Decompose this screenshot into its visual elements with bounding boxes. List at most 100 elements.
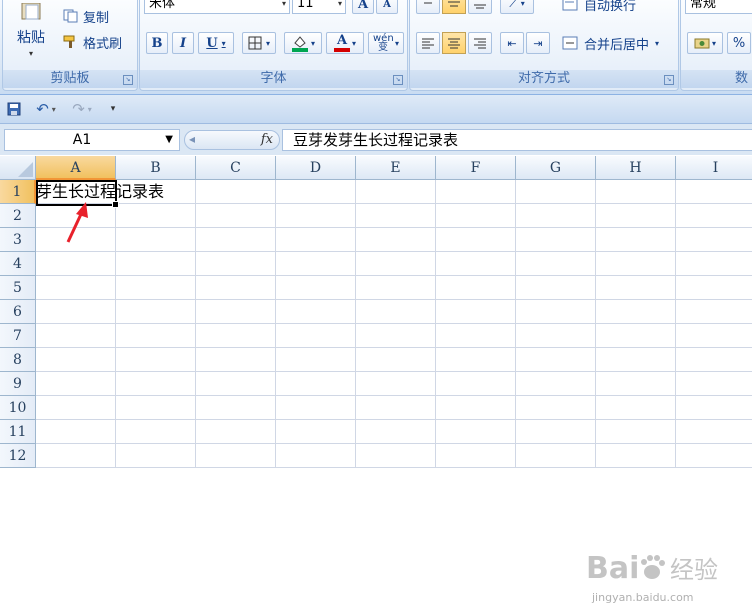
name-box[interactable]: A1 ▼ — [4, 129, 180, 151]
increase-indent-button[interactable]: ⇥ — [526, 32, 550, 54]
cell-i4[interactable] — [676, 252, 752, 276]
column-header-d[interactable]: D — [276, 156, 356, 180]
column-header-i[interactable]: I — [676, 156, 752, 180]
cell-e5[interactable] — [356, 276, 436, 300]
cell-f5[interactable] — [436, 276, 516, 300]
column-header-g[interactable]: G — [516, 156, 596, 180]
cell-c7[interactable] — [196, 324, 276, 348]
row-header-8[interactable]: 8 — [0, 348, 36, 372]
column-header-b[interactable]: B — [116, 156, 196, 180]
row-header-1[interactable]: 1 — [0, 180, 36, 204]
column-header-c[interactable]: C — [196, 156, 276, 180]
cell-c6[interactable] — [196, 300, 276, 324]
cell-g11[interactable] — [516, 420, 596, 444]
save-button[interactable] — [6, 101, 22, 117]
cell-c12[interactable] — [196, 444, 276, 468]
cell-d11[interactable] — [276, 420, 356, 444]
cell-f7[interactable] — [436, 324, 516, 348]
cell-d9[interactable] — [276, 372, 356, 396]
cell-g6[interactable] — [516, 300, 596, 324]
column-header-e[interactable]: E — [356, 156, 436, 180]
cell-i2[interactable] — [676, 204, 752, 228]
cell-d10[interactable] — [276, 396, 356, 420]
cell-h7[interactable] — [596, 324, 676, 348]
row-header-9[interactable]: 9 — [0, 372, 36, 396]
cell-g2[interactable] — [516, 204, 596, 228]
cell-g3[interactable] — [516, 228, 596, 252]
decrease-indent-button[interactable]: ⇤ — [500, 32, 524, 54]
cell-b10[interactable] — [116, 396, 196, 420]
cell-f6[interactable] — [436, 300, 516, 324]
cell-h9[interactable] — [596, 372, 676, 396]
cell-a10[interactable] — [36, 396, 116, 420]
cell-d12[interactable] — [276, 444, 356, 468]
cell-i5[interactable] — [676, 276, 752, 300]
cell-f3[interactable] — [436, 228, 516, 252]
redo-button[interactable]: ↷ ▾ — [66, 100, 98, 118]
cell-a7[interactable] — [36, 324, 116, 348]
align-bottom-button[interactable] — [468, 0, 492, 14]
cell-f8[interactable] — [436, 348, 516, 372]
cell-f9[interactable] — [436, 372, 516, 396]
cell-b9[interactable] — [116, 372, 196, 396]
cell-g8[interactable] — [516, 348, 596, 372]
cell-i12[interactable] — [676, 444, 752, 468]
cell-d6[interactable] — [276, 300, 356, 324]
cell-f11[interactable] — [436, 420, 516, 444]
cell-a8[interactable] — [36, 348, 116, 372]
cell-i10[interactable] — [676, 396, 752, 420]
cell-e4[interactable] — [356, 252, 436, 276]
cell-b2[interactable] — [116, 204, 196, 228]
cell-a5[interactable] — [36, 276, 116, 300]
row-header-4[interactable]: 4 — [0, 252, 36, 276]
cell-d2[interactable] — [276, 204, 356, 228]
cell-i8[interactable] — [676, 348, 752, 372]
cell-e10[interactable] — [356, 396, 436, 420]
cell-g4[interactable] — [516, 252, 596, 276]
formula-input[interactable]: 豆芽发芽生长过程记录表 — [282, 129, 752, 151]
cell-a6[interactable] — [36, 300, 116, 324]
cell-e1[interactable] — [356, 180, 436, 204]
cell-f4[interactable] — [436, 252, 516, 276]
cell-g1[interactable] — [516, 180, 596, 204]
cell-b5[interactable] — [116, 276, 196, 300]
cell-h5[interactable] — [596, 276, 676, 300]
cell-c8[interactable] — [196, 348, 276, 372]
cell-h12[interactable] — [596, 444, 676, 468]
merge-center-button[interactable]: 合并后居中 ▾ — [562, 33, 659, 53]
font-name-select[interactable]: 宋体 ▾ — [144, 0, 290, 14]
font-color-button[interactable]: A ▾ — [326, 32, 364, 54]
cell-b6[interactable] — [116, 300, 196, 324]
paste-button[interactable]: 粘贴 ▾ — [7, 0, 55, 60]
row-header-5[interactable]: 5 — [0, 276, 36, 300]
cell-e8[interactable] — [356, 348, 436, 372]
cell-h1[interactable] — [596, 180, 676, 204]
cell-h6[interactable] — [596, 300, 676, 324]
row-header-11[interactable]: 11 — [0, 420, 36, 444]
align-center-button[interactable] — [442, 32, 466, 54]
copy-button[interactable]: 复制 — [63, 6, 109, 26]
underline-button[interactable]: U ▾ — [198, 32, 234, 54]
formula-bar-splitter[interactable]: ◂ fx — [184, 130, 280, 150]
cell-d8[interactable] — [276, 348, 356, 372]
cell-i3[interactable] — [676, 228, 752, 252]
cell-f10[interactable] — [436, 396, 516, 420]
align-top-button[interactable] — [416, 0, 440, 14]
number-format-select[interactable]: 常规 — [685, 0, 752, 14]
cell-h3[interactable] — [596, 228, 676, 252]
cell-d3[interactable] — [276, 228, 356, 252]
phonetic-button[interactable]: wén 变 ▾ — [368, 32, 404, 54]
cell-e7[interactable] — [356, 324, 436, 348]
cell-c2[interactable] — [196, 204, 276, 228]
insert-function-icon[interactable]: fx — [261, 132, 273, 147]
cell-e6[interactable] — [356, 300, 436, 324]
cell-e3[interactable] — [356, 228, 436, 252]
cell-b8[interactable] — [116, 348, 196, 372]
bold-button[interactable]: B — [146, 32, 168, 54]
cell-e2[interactable] — [356, 204, 436, 228]
cell-f2[interactable] — [436, 204, 516, 228]
cell-g12[interactable] — [516, 444, 596, 468]
font-size-select[interactable]: 11 ▾ — [292, 0, 346, 14]
cell-h2[interactable] — [596, 204, 676, 228]
fill-color-button[interactable]: ▾ — [284, 32, 322, 54]
